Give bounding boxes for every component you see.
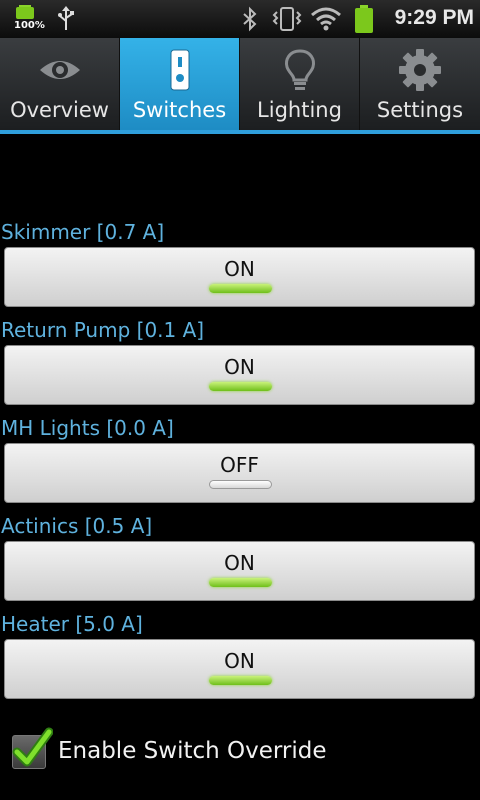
tab-settings[interactable]: Settings	[360, 38, 480, 130]
toggle-indicator-off	[209, 480, 272, 489]
vibrate-icon	[272, 7, 302, 31]
tab-label: Lighting	[257, 98, 342, 122]
actinics-label: Actinics [0.5 A]	[1, 514, 153, 538]
tab-switches[interactable]: Switches	[120, 38, 240, 130]
override-checkbox[interactable]	[12, 727, 53, 769]
lightbulb-icon	[285, 49, 315, 90]
toggle-state-text: ON	[224, 649, 255, 673]
skimmer-label: Skimmer [0.7 A]	[1, 220, 165, 244]
skimmer-toggle-button[interactable]: ON	[4, 247, 475, 307]
wifi-icon	[311, 7, 341, 31]
toggle-state-text: ON	[224, 257, 255, 281]
override-label[interactable]: Enable Switch Override	[58, 738, 327, 764]
toggle-state-text: ON	[224, 551, 255, 575]
clock: 9:29 PM	[394, 6, 474, 29]
checkmark-icon	[12, 727, 53, 767]
tab-bar: Overview Switches Lighting Settings	[0, 38, 480, 130]
toggle-indicator-on	[209, 382, 272, 391]
toggle-indicator-on	[209, 284, 272, 293]
battery-percent: 100%	[14, 20, 45, 31]
toggle-indicator-on	[209, 676, 272, 685]
mh-lights-toggle-button[interactable]: OFF	[4, 443, 475, 503]
switch-icon	[170, 49, 190, 91]
tab-overview[interactable]: Overview	[0, 38, 120, 130]
toggle-state-text: ON	[224, 355, 255, 379]
tab-label: Settings	[376, 98, 464, 122]
gear-icon	[399, 49, 441, 91]
heater-toggle-button[interactable]: ON	[4, 639, 475, 699]
toggle-state-text: OFF	[220, 453, 259, 477]
status-bar: 100% 9:29 PM	[0, 0, 480, 38]
toggle-indicator-on	[209, 578, 272, 587]
battery-full-small-icon	[16, 5, 34, 19]
tab-indicator-line	[0, 130, 480, 134]
eye-icon	[40, 61, 80, 79]
return-pump-label: Return Pump [0.1 A]	[1, 318, 205, 342]
return-pump-toggle-button[interactable]: ON	[4, 345, 475, 405]
tab-label: Overview	[10, 98, 109, 122]
tab-label: Switches	[132, 98, 227, 122]
heater-label: Heater [5.0 A]	[1, 612, 143, 636]
tab-lighting[interactable]: Lighting	[240, 38, 360, 130]
usb-icon	[58, 6, 74, 30]
battery-icon	[355, 5, 373, 33]
mh-lights-label: MH Lights [0.0 A]	[1, 416, 174, 440]
bluetooth-icon	[243, 6, 257, 32]
actinics-toggle-button[interactable]: ON	[4, 541, 475, 601]
